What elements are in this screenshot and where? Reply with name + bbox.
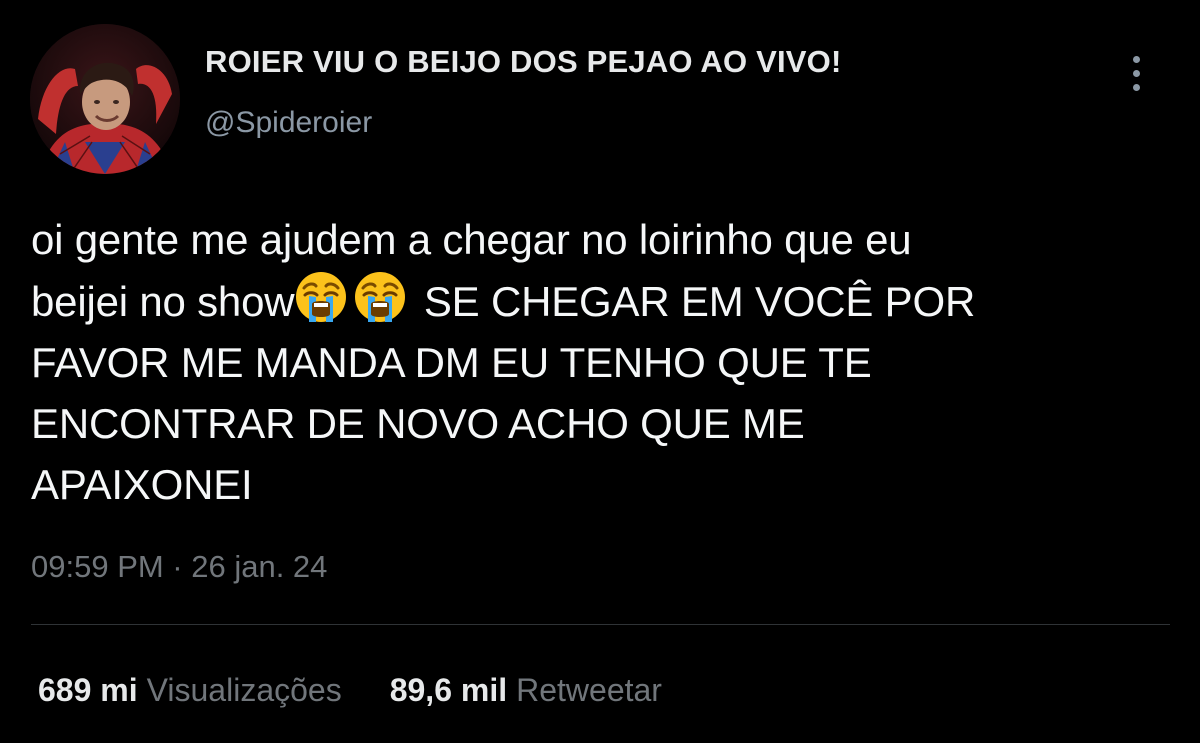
tweet-text-segment: SE CHEGAR EM VOCÊ POR <box>423 278 976 325</box>
views-label: Visualizações <box>146 672 342 708</box>
tweet-text: oi gente me ajudem a chegar no loirinho … <box>31 209 1171 515</box>
views-count: 689 mi <box>38 672 138 708</box>
avatar[interactable] <box>30 24 180 174</box>
tweet-timestamp[interactable]: 09:59 PM · 26 jan. 24 <box>31 549 327 585</box>
loudly-crying-face-emoji-icon <box>355 272 406 322</box>
retweets-stat[interactable]: 89,6 mil Retweetar <box>390 672 662 708</box>
tweet-text-line: beijei no show SE CHEGAR EM VOCÊ POR <box>31 270 1171 332</box>
loudly-crying-face-emoji-icon <box>296 272 347 322</box>
tweet-text-line: APAIXONEI <box>31 461 253 508</box>
retweets-label: Retweetar <box>516 672 662 708</box>
display-name[interactable]: ROIER VIU O BEIJO DOS PEJAO AO VIVO! <box>205 44 842 80</box>
tweet-text-segment: beijei no show <box>31 278 295 325</box>
retweets-count: 89,6 mil <box>389 672 508 708</box>
views-stat[interactable]: 689 mi Visualizações <box>38 672 342 708</box>
vertical-ellipsis-icon[interactable] <box>1123 52 1151 96</box>
tweet-stats: 689 mi Visualizações 89,6 mil Retweetar <box>38 672 662 709</box>
user-handle[interactable]: @Spideroier <box>205 106 372 140</box>
tweet-text-line: ENCONTRAR DE NOVO ACHO QUE ME <box>31 400 805 447</box>
tweet-text-line: FAVOR ME MANDA DM EU TENHO QUE TE <box>31 339 872 386</box>
divider <box>31 624 1170 625</box>
tweet-card: ROIER VIU O BEIJO DOS PEJAO AO VIVO! @Sp… <box>0 0 1200 743</box>
tweet-text-line: oi gente me ajudem a chegar no loirinho … <box>31 216 912 263</box>
